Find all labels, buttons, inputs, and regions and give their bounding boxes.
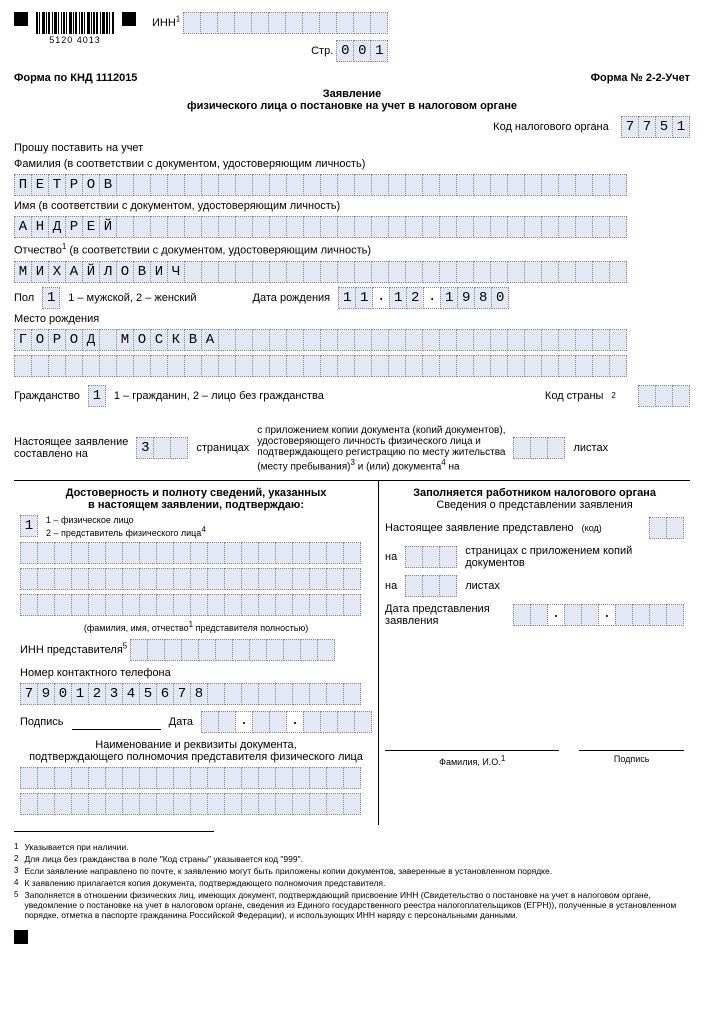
r-date[interactable]: .. <box>513 604 684 626</box>
form-code-right: Форма № 2-2-Учет <box>591 72 690 84</box>
request-label: Прошу поставить на учет <box>14 142 690 154</box>
patronymic-label-pre: Отчество <box>14 245 62 257</box>
name-cells[interactable]: АНДРЕЙ <box>14 216 627 238</box>
sign-line[interactable] <box>72 714 161 730</box>
page-cells: 001 <box>336 40 388 62</box>
compose-m4c: на <box>446 461 460 472</box>
compose-sheets-word: листах <box>573 442 608 454</box>
r-l1: Настоящее заявление представлено <box>385 522 574 534</box>
inn-label: ИНН <box>152 17 176 29</box>
citizenship-label: Гражданство <box>14 390 80 402</box>
left-type-cells[interactable]: 1 <box>20 515 38 537</box>
phone-label: Номер контактного телефона <box>20 667 372 679</box>
compose-pages[interactable]: 3 <box>136 437 188 459</box>
left-title2: в настоящем заявлении, подтверждаю: <box>20 499 372 511</box>
fn3: Если заявление направлено по почте, к за… <box>24 866 552 876</box>
fn2: Для лица без гражданства в поле "Код стр… <box>24 854 303 864</box>
birthplace-cells-1[interactable]: ГОРОД МОСКВА <box>14 329 627 351</box>
title-line2: физического лица о постановке на учет в … <box>14 100 690 112</box>
citizenship-cells[interactable]: 1 <box>88 385 106 407</box>
compose-m4a: (месту пребывания) <box>257 461 350 472</box>
left-title1: Достоверность и полноту сведений, указан… <box>20 487 372 499</box>
r-l3-post: листах <box>465 580 500 592</box>
doc-cells-1[interactable] <box>20 767 361 789</box>
inn-sup: 1 <box>176 14 180 23</box>
marker-bottom-left <box>14 930 28 944</box>
r-fio-label: Фамилия, И.О. <box>439 757 501 767</box>
r-l1-cells[interactable] <box>649 517 684 539</box>
r-l2-post: страницах с приложением копий документов <box>465 545 684 569</box>
form-code-left: Форма по КНД 1112015 <box>14 72 137 84</box>
compose-sheets[interactable] <box>513 437 565 459</box>
left-hint2: 2 – представитель физического лица <box>46 528 201 538</box>
barcode-number: 5120 4013 <box>36 35 114 45</box>
left-hint1: 1 – физическое лицо <box>46 515 206 525</box>
title-line1: Заявление <box>14 88 690 100</box>
barcode: 5120 4013 <box>36 12 114 45</box>
left-fio-hint-post: представителя полностью) <box>193 623 308 633</box>
birthplace-cells-2[interactable] <box>14 355 627 377</box>
country-sup: 2 <box>611 391 615 400</box>
doc-line1: Наименование и реквизиты документа, <box>20 739 372 751</box>
dob-cells[interactable]: 11.12.1980 <box>338 287 509 309</box>
tax-code-label: Код налогового органа <box>493 121 609 133</box>
right-title: Заполняется работником налогового органа <box>385 487 684 499</box>
r-l4a: Дата представления <box>385 603 490 615</box>
r-fio-line[interactable] <box>385 735 559 751</box>
r-l3-pre: на <box>385 580 397 592</box>
compose-m1: с приложением копии документа (копий док… <box>257 425 505 436</box>
rep-inn-cells[interactable] <box>130 639 335 661</box>
surname-cells[interactable]: ПЕТРОВ <box>14 174 627 196</box>
left-fio-2[interactable] <box>20 568 361 590</box>
tax-code-cells[interactable]: 7751 <box>621 116 690 138</box>
r-sign-line[interactable] <box>579 735 684 751</box>
phone-cells[interactable]: 79012345678 <box>20 683 361 705</box>
r-l3-cells[interactable] <box>405 575 457 597</box>
r-l2-pre: на <box>385 551 397 563</box>
compose-m3: подтверждающего регистрацию по месту жит… <box>257 447 505 458</box>
sign-label: Подпись <box>20 716 64 728</box>
gender-label: Пол <box>14 292 34 304</box>
inn-cells[interactable] <box>183 12 388 34</box>
left-fio-hint-pre: (фамилия, имя, отчество <box>84 623 189 633</box>
marker-2 <box>122 12 136 26</box>
doc-cells-2[interactable] <box>20 793 361 815</box>
date-label: Дата <box>169 716 193 728</box>
compose-line2: составлено на <box>14 448 128 460</box>
gender-hint: 1 – мужской, 2 – женский <box>68 292 196 304</box>
r-fio-sup: 1 <box>501 754 505 763</box>
surname-label: Фамилия (в соответствии с документом, уд… <box>14 158 690 170</box>
dob-label: Дата рождения <box>253 292 331 304</box>
r-l1-small: (код) <box>582 523 602 533</box>
r-l4b: заявления <box>385 615 490 627</box>
page-label: Стр. <box>311 45 333 57</box>
birthplace-label: Место рождения <box>14 313 690 325</box>
compose-m4b: и (или) документа <box>355 461 441 472</box>
r-sign-label: Подпись <box>579 754 684 764</box>
fn4: К заявлению прилагается копия документа,… <box>24 878 385 888</box>
citizenship-hint: 1 – гражданин, 2 – лицо без гражданства <box>114 390 324 402</box>
rep-inn-sup: 5 <box>123 641 127 650</box>
country-label: Код страны <box>545 390 604 402</box>
right-subtitle: Сведения о представлении заявления <box>385 499 684 511</box>
name-label: Имя (в соответствии с документом, удосто… <box>14 200 690 212</box>
rep-inn-label: ИНН представителя <box>20 644 123 656</box>
marker-top-left <box>14 12 28 26</box>
patronymic-label-post: (в соответствии с документом, удостоверя… <box>66 245 371 257</box>
country-cells[interactable] <box>638 385 690 407</box>
fn5: Заполняется в отношении физических лиц, … <box>24 890 690 920</box>
left-fio-1[interactable] <box>20 542 361 564</box>
compose-m2: удостоверяющего личность физического лиц… <box>257 436 505 447</box>
left-fio-3[interactable] <box>20 594 361 616</box>
r-l2-cells[interactable] <box>405 546 457 568</box>
left-hint2-sup: 4 <box>201 525 205 534</box>
compose-pages-word: страницах <box>196 442 249 454</box>
patronymic-cells[interactable]: МИХАЙЛОВИЧ <box>14 261 627 283</box>
gender-cells[interactable]: 1 <box>42 287 60 309</box>
compose-line1: Настоящее заявление <box>14 436 128 448</box>
doc-line2: подтверждающего полномочия представителя… <box>20 751 372 763</box>
fn1: Указывается при наличии. <box>24 842 128 852</box>
left-date[interactable]: .. <box>201 711 372 733</box>
